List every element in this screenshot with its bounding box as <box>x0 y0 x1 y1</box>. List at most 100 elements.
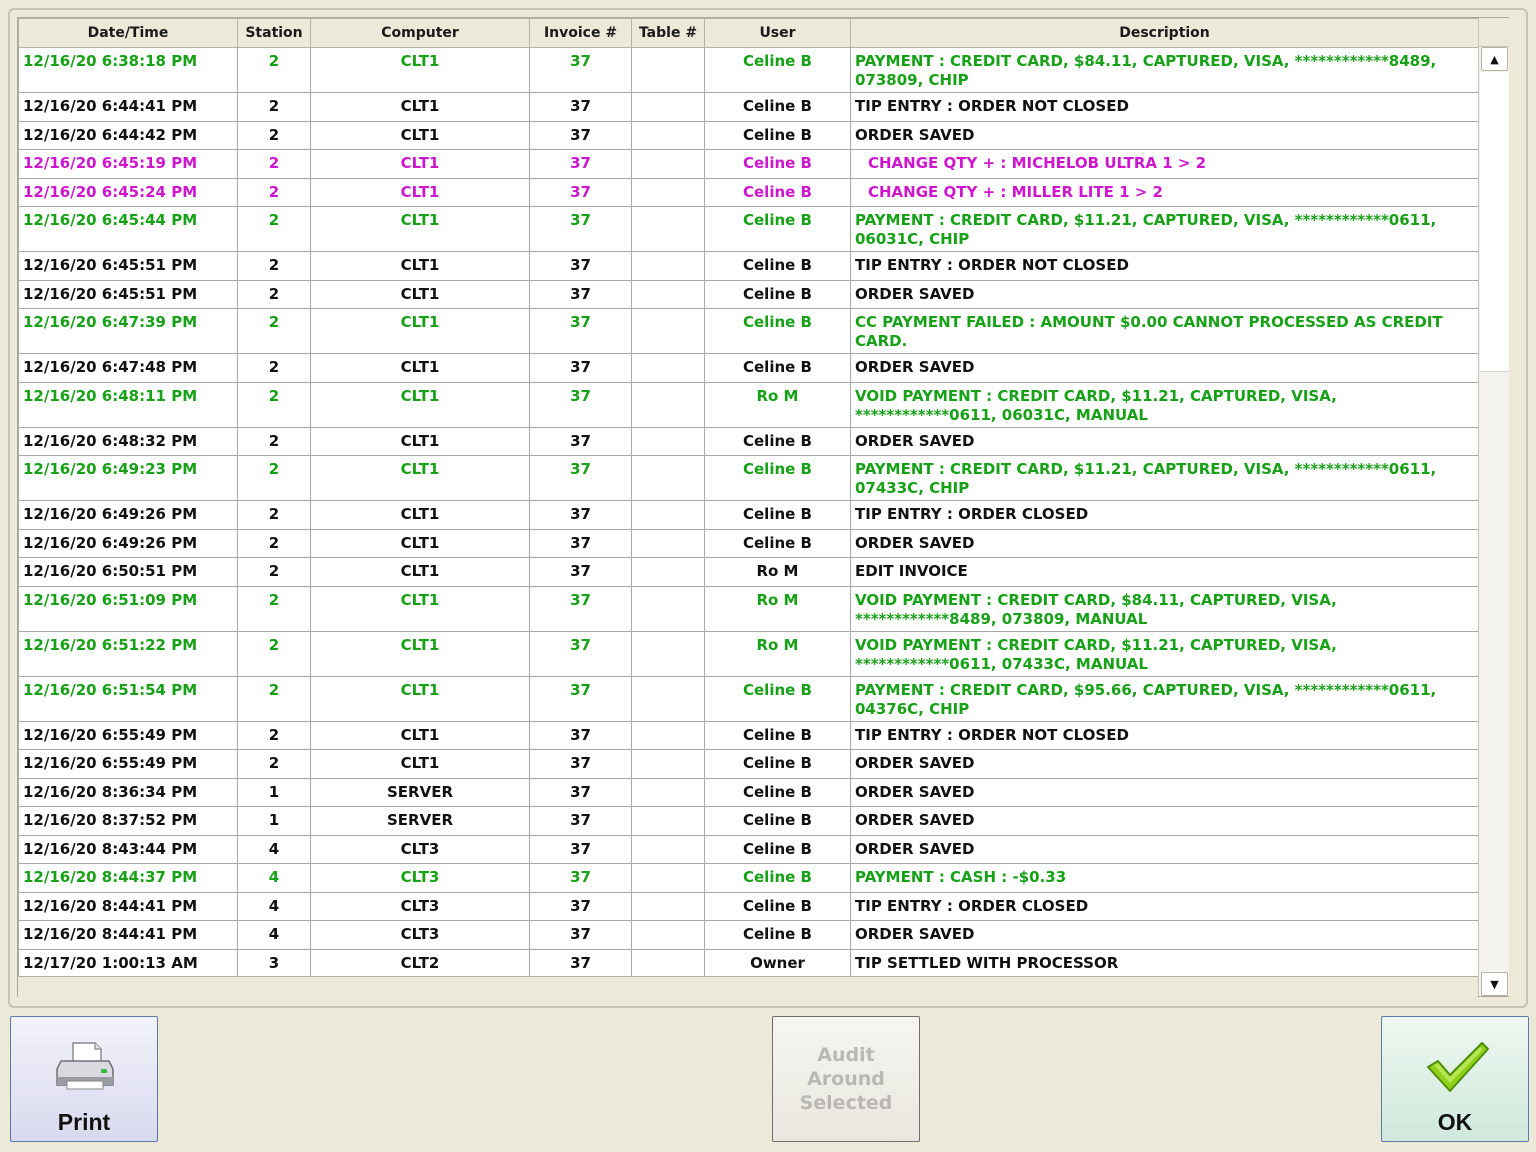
cell-computer: CLT1 <box>310 585 530 632</box>
cell-table-number <box>631 891 705 921</box>
cell-datetime: 12/16/20 6:49:26 PM <box>18 500 238 530</box>
cell-station: 2 <box>237 749 311 779</box>
cell-datetime: 12/16/20 6:50:51 PM <box>18 557 238 587</box>
column-header-station[interactable]: Station <box>237 18 311 48</box>
table-row[interactable]: 12/16/20 6:51:54 PM 2 CLT1 37 Celine B PAYMEN… <box>18 675 1479 722</box>
audit-around-selected-button[interactable]: Audit Around Selected <box>772 1016 920 1142</box>
cell-station: 2 <box>237 455 311 501</box>
table-row[interactable]: 12/16/20 6:51:22 PM 2 CLT1 37 Ro M VOID PAYME… <box>18 630 1479 677</box>
column-header-computer[interactable]: Computer <box>310 18 530 48</box>
table-row[interactable]: 12/16/20 6:47:48 PM 2 CLT1 37 Celine B ORDER … <box>18 353 1479 383</box>
cell-datetime: 12/16/20 6:44:41 PM <box>18 92 238 122</box>
table-row[interactable]: 12/16/20 6:51:09 PM 2 CLT1 37 Ro M VOID PAYME… <box>18 585 1479 632</box>
table-row[interactable]: 12/16/20 6:45:51 PM 2 CLT1 37 Celine B ORDER … <box>18 279 1479 309</box>
table-row[interactable]: 12/16/20 6:45:19 PM 2 CLT1 37 Celine B CHANGE… <box>18 149 1479 179</box>
cell-table-number <box>631 308 705 354</box>
cell-table-number <box>631 353 705 383</box>
cell-computer: CLT1 <box>310 455 530 501</box>
table-row[interactable]: 12/16/20 6:47:39 PM 2 CLT1 37 Celine B CC PAY… <box>18 308 1479 354</box>
table-row[interactable]: 12/16/20 6:55:49 PM 2 CLT1 37 Celine B TIP EN… <box>18 720 1479 750</box>
cell-invoice: 37 <box>529 749 632 779</box>
cell-invoice: 37 <box>529 149 632 179</box>
cell-description: ORDER SAVED <box>850 353 1479 383</box>
cell-datetime: 12/16/20 6:47:48 PM <box>18 353 238 383</box>
cell-table-number <box>631 834 705 864</box>
cell-table-number <box>631 806 705 836</box>
table-row[interactable]: 12/16/20 6:44:41 PM 2 CLT1 37 Celine B TIP EN… <box>18 92 1479 122</box>
cell-table-number <box>631 749 705 779</box>
table-row[interactable]: 12/16/20 6:45:51 PM 2 CLT1 37 Celine B TIP EN… <box>18 251 1479 281</box>
cell-user: Celine B <box>704 749 851 779</box>
cell-description: VOID PAYMENT : CREDIT CARD, $11.21, CAPT… <box>850 630 1479 677</box>
table-row[interactable]: 12/16/20 8:44:41 PM 4 CLT3 37 Celine B ORDER … <box>18 920 1479 950</box>
column-header-datetime[interactable]: Date/Time <box>18 18 238 48</box>
cell-station: 2 <box>237 557 311 587</box>
cell-description: ORDER SAVED <box>850 426 1479 456</box>
cell-description: PAYMENT : CREDIT CARD, $84.11, CAPTURED,… <box>850 47 1479 93</box>
cell-computer: SERVER <box>310 777 530 807</box>
cell-computer: CLT1 <box>310 675 530 722</box>
table-row[interactable]: 12/16/20 6:48:32 PM 2 CLT1 37 Celine B ORDER … <box>18 426 1479 456</box>
cell-datetime: 12/16/20 6:47:39 PM <box>18 308 238 354</box>
cell-datetime: 12/16/20 6:48:11 PM <box>18 381 238 428</box>
table-row[interactable]: 12/16/20 6:44:42 PM 2 CLT1 37 Celine B ORDER … <box>18 120 1479 150</box>
ok-button[interactable]: OK <box>1381 1016 1529 1142</box>
table-row[interactable]: 12/17/20 1:00:13 AM 3 CLT2 37 Owner TIP SETTL… <box>18 948 1479 978</box>
table-row[interactable]: 12/16/20 8:37:52 PM 1 SERVER 37 Celine B ORDE… <box>18 806 1479 836</box>
cell-user: Ro M <box>704 630 851 677</box>
table-row[interactable]: 12/16/20 8:36:34 PM 1 SERVER 37 Celine B ORDE… <box>18 777 1479 807</box>
print-button[interactable]: Print <box>10 1016 158 1142</box>
cell-description: CHANGE QTY + : MILLER LITE 1 > 2 <box>850 177 1479 207</box>
table-row[interactable]: 12/16/20 6:38:18 PM 2 CLT1 37 Celine B PAYMEN… <box>18 47 1479 93</box>
cell-computer: CLT1 <box>310 630 530 677</box>
cell-station: 2 <box>237 353 311 383</box>
table-row[interactable]: 12/16/20 6:48:11 PM 2 CLT1 37 Ro M VOID PAYME… <box>18 381 1479 428</box>
cell-invoice: 37 <box>529 353 632 383</box>
cell-table-number <box>631 948 705 978</box>
cell-datetime: 12/17/20 1:00:13 AM <box>18 948 238 978</box>
cell-invoice: 37 <box>529 891 632 921</box>
column-header-description[interactable]: Description <box>850 18 1479 48</box>
cell-user: Ro M <box>704 381 851 428</box>
scroll-down-button[interactable]: ▼ <box>1481 972 1508 996</box>
cell-datetime: 12/16/20 8:37:52 PM <box>18 806 238 836</box>
cell-datetime: 12/16/20 6:45:19 PM <box>18 149 238 179</box>
cell-user: Celine B <box>704 920 851 950</box>
scrollbar-thumb[interactable] <box>1480 72 1509 372</box>
cell-invoice: 37 <box>529 806 632 836</box>
cell-station: 2 <box>237 92 311 122</box>
cell-invoice: 37 <box>529 948 632 978</box>
column-header-user[interactable]: User <box>704 18 851 48</box>
column-header-invoice[interactable]: Invoice # <box>529 18 632 48</box>
vertical-scrollbar[interactable]: ▲ ▼ <box>1478 18 1509 996</box>
cell-datetime: 12/16/20 8:43:44 PM <box>18 834 238 864</box>
table-row[interactable]: 12/16/20 6:49:23 PM 2 CLT1 37 Celine B PAYMEN… <box>18 455 1479 501</box>
cell-invoice: 37 <box>529 206 632 252</box>
table-row[interactable]: 12/16/20 8:44:37 PM 4 CLT3 37 Celine B PAYMEN… <box>18 863 1479 893</box>
table-row[interactable]: 12/16/20 8:43:44 PM 4 CLT3 37 Celine B ORDER … <box>18 834 1479 864</box>
table-row[interactable]: 12/16/20 6:49:26 PM 2 CLT1 37 Celine B ORDER … <box>18 528 1479 558</box>
cell-datetime: 12/16/20 6:45:51 PM <box>18 251 238 281</box>
column-header-table[interactable]: Table # <box>631 18 705 48</box>
cell-station: 2 <box>237 206 311 252</box>
table-row[interactable]: 12/16/20 6:55:49 PM 2 CLT1 37 Celine B ORDER … <box>18 749 1479 779</box>
table-row[interactable]: 12/16/20 6:49:26 PM 2 CLT1 37 Celine B TIP EN… <box>18 500 1479 530</box>
table-row[interactable]: 12/16/20 6:45:44 PM 2 CLT1 37 Celine B PAYMEN… <box>18 206 1479 252</box>
table-row[interactable]: 12/16/20 6:45:24 PM 2 CLT1 37 Celine B CHANGE… <box>18 177 1479 207</box>
table-row[interactable]: 12/16/20 8:44:41 PM 4 CLT3 37 Celine B TIP EN… <box>18 891 1479 921</box>
cell-table-number <box>631 528 705 558</box>
ok-button-label: OK <box>1437 1109 1473 1135</box>
cell-datetime: 12/16/20 6:38:18 PM <box>18 47 238 93</box>
cell-description: PAYMENT : CREDIT CARD, $11.21, CAPTURED,… <box>850 455 1479 501</box>
cell-invoice: 37 <box>529 920 632 950</box>
cell-description: ORDER SAVED <box>850 528 1479 558</box>
scroll-up-button[interactable]: ▲ <box>1481 47 1508 71</box>
cell-user: Celine B <box>704 308 851 354</box>
cell-table-number <box>631 585 705 632</box>
cell-station: 2 <box>237 528 311 558</box>
cell-station: 2 <box>237 500 311 530</box>
table-row[interactable]: 12/16/20 6:50:51 PM 2 CLT1 37 Ro M EDIT INVOI… <box>18 557 1479 587</box>
cell-station: 3 <box>237 948 311 978</box>
cell-description: TIP ENTRY : ORDER CLOSED <box>850 500 1479 530</box>
cell-datetime: 12/16/20 6:45:51 PM <box>18 279 238 309</box>
